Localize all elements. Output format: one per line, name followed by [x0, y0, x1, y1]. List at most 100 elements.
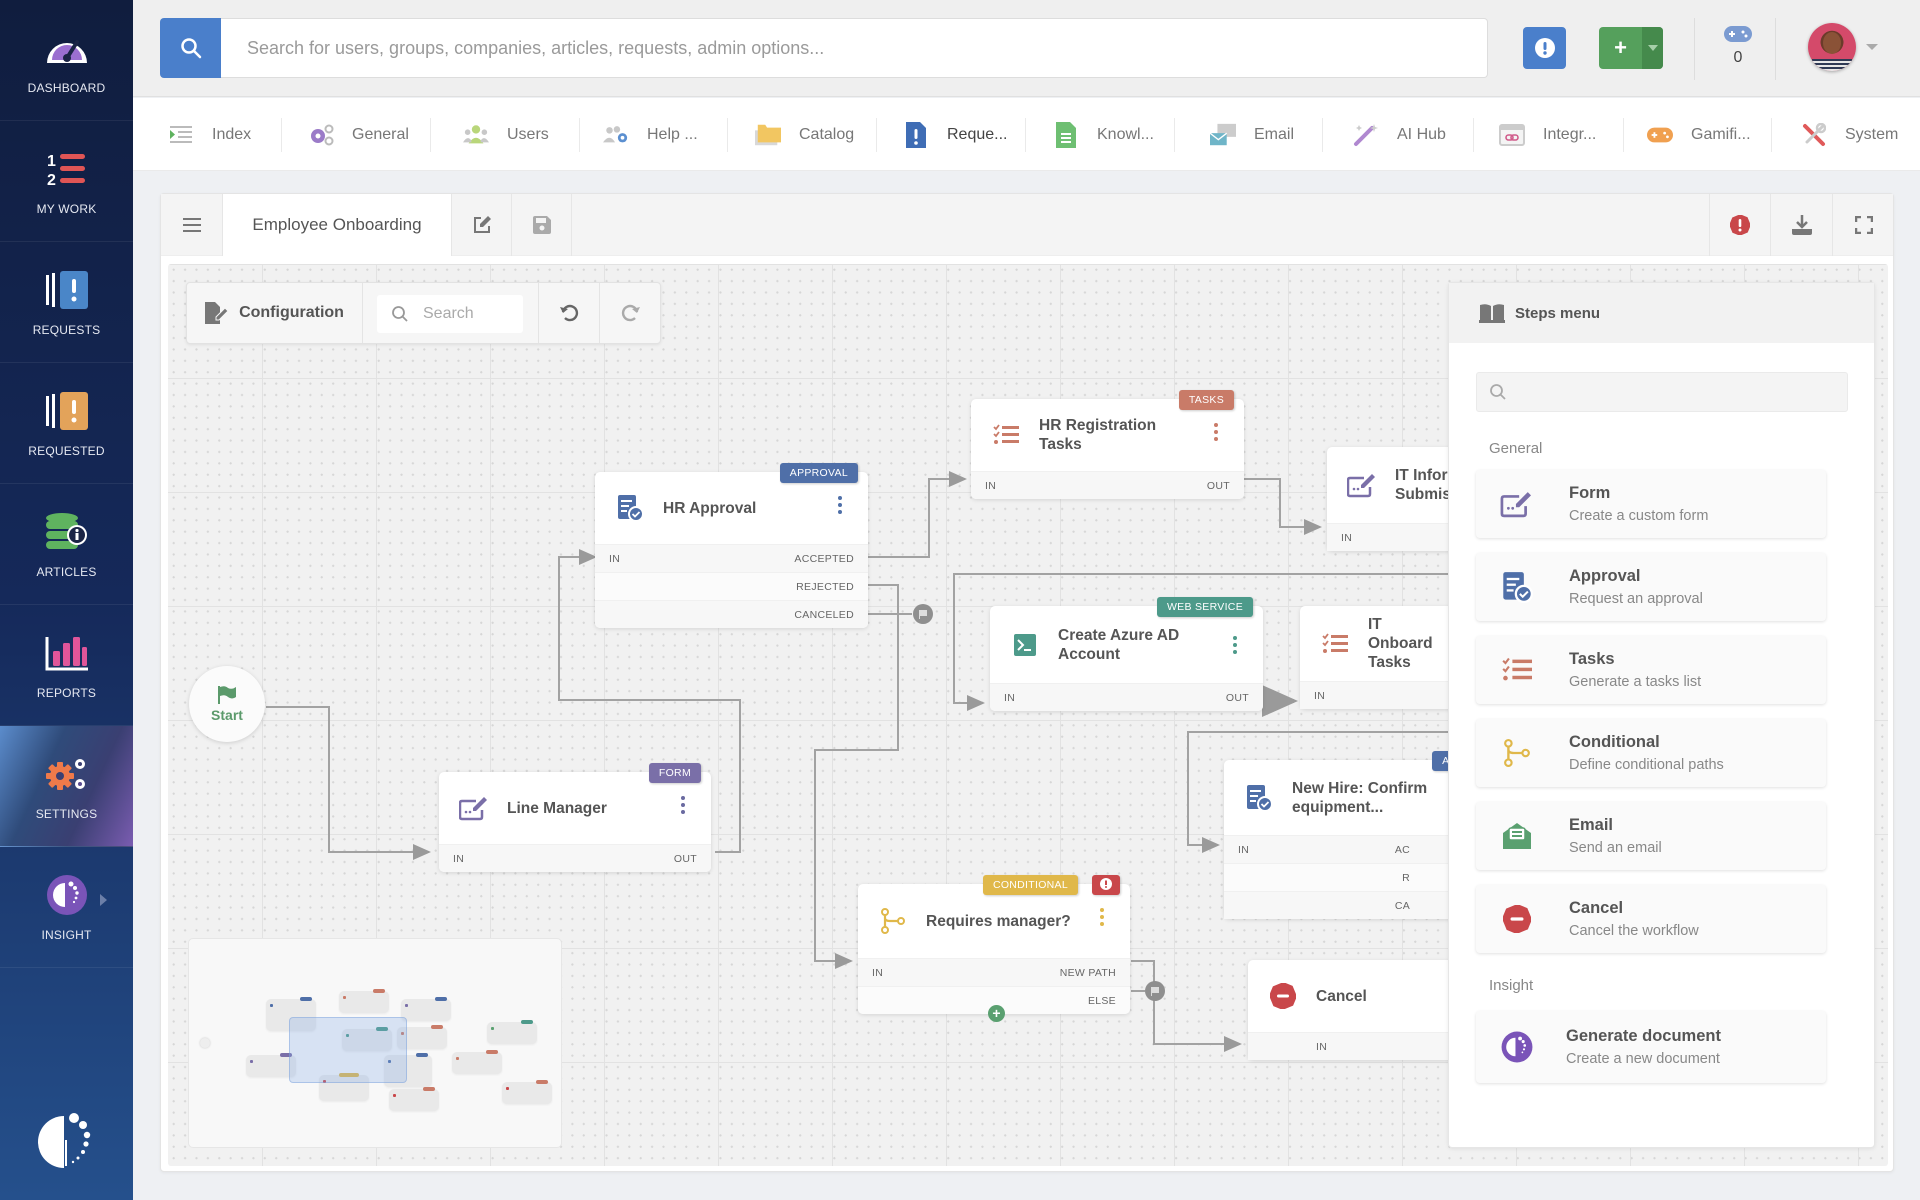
- step-option-email[interactable]: Email Send an email: [1476, 802, 1826, 870]
- save-disk-icon: [532, 216, 551, 234]
- sidebar-item-settings[interactable]: SETTINGS: [0, 726, 133, 847]
- start-node[interactable]: Start: [189, 666, 265, 742]
- tab-general[interactable]: General: [308, 98, 409, 171]
- add-dropdown-toggle[interactable]: [1642, 27, 1663, 69]
- tab-catalog[interactable]: Catalog: [755, 98, 854, 171]
- tab-index[interactable]: Index: [168, 98, 251, 171]
- step-option-form[interactable]: Form Create a custom form: [1476, 470, 1826, 538]
- folder-icon: [755, 123, 781, 147]
- tab-knowledge[interactable]: Knowl...: [1053, 98, 1154, 171]
- output-port[interactable]: OUT: [674, 853, 697, 865]
- sidebar-item-requested[interactable]: REQUESTED: [0, 363, 133, 484]
- save-button[interactable]: [512, 194, 572, 256]
- fullscreen-button[interactable]: [1833, 194, 1895, 256]
- step-option-cancel[interactable]: Cancel Cancel the workflow: [1476, 885, 1826, 953]
- step-option-tasks[interactable]: Tasks Generate a tasks list: [1476, 636, 1826, 704]
- tab-users[interactable]: Users: [463, 98, 549, 171]
- step-node-new-hire-confirm-equipment[interactable]: APP New Hire: Confirm equipment... INAC …: [1224, 751, 1474, 919]
- kebab-menu-icon[interactable]: [838, 496, 842, 514]
- sidebar-item-my-work[interactable]: 12 MY WORK: [0, 121, 133, 242]
- add-new-button[interactable]: +: [1599, 27, 1663, 69]
- canvas-search-input[interactable]: Search: [377, 295, 523, 333]
- step-node-create-azure-ad-account[interactable]: WEB SERVICE Create Azure AD Account IN OU…: [990, 597, 1263, 711]
- input-port[interactable]: IN: [609, 553, 620, 565]
- step-option-generate-document[interactable]: Generate document Create a new document: [1476, 1011, 1826, 1083]
- download-button[interactable]: [1771, 194, 1833, 256]
- end-flag-connector-icon[interactable]: [913, 604, 933, 624]
- redo-button[interactable]: [600, 283, 661, 343]
- alert-button[interactable]: [1523, 27, 1566, 69]
- step-option-approval[interactable]: Approval Request an approval: [1476, 553, 1826, 621]
- output-port[interactable]: AC: [1395, 844, 1410, 856]
- validation-error-button[interactable]: [1709, 194, 1771, 256]
- input-port[interactable]: IN: [1238, 844, 1249, 856]
- index-list-icon: [168, 123, 194, 147]
- output-port-rejected[interactable]: REJECTED: [796, 581, 854, 593]
- output-port[interactable]: CA: [1395, 900, 1410, 912]
- step-node-line-manager[interactable]: FORM Line Manager IN OUT: [439, 763, 711, 872]
- caret-down-icon[interactable]: [1866, 44, 1878, 50]
- step-node-requires-manager[interactable]: CONDITIONAL Requires manager? IN NEW PATH…: [858, 875, 1130, 1022]
- requests-icon: [43, 267, 91, 313]
- input-port[interactable]: IN: [872, 967, 883, 979]
- output-port-canceled[interactable]: CANCELED: [794, 609, 854, 621]
- step-node-hr-approval[interactable]: APPROVAL HR Approval IN ACCEPTED REJECTED…: [595, 463, 868, 628]
- sidebar-item-reports[interactable]: REPORTS: [0, 605, 133, 726]
- input-port[interactable]: IN: [1316, 1041, 1327, 1053]
- tab-email[interactable]: Email: [1210, 98, 1294, 171]
- step-option-conditional[interactable]: Conditional Define conditional paths: [1476, 719, 1826, 787]
- sidebar-item-insight[interactable]: INSIGHT: [0, 847, 133, 968]
- add-path-button[interactable]: +: [988, 1005, 1005, 1022]
- approval-icon: [1244, 783, 1274, 813]
- step-node-cancel[interactable]: Cancel IN: [1248, 960, 1468, 1060]
- expand-arrow-icon[interactable]: [100, 894, 107, 906]
- tab-help-desk[interactable]: Help ...: [603, 98, 698, 171]
- output-port[interactable]: OUT: [1226, 692, 1249, 704]
- user-avatar[interactable]: [1808, 23, 1856, 71]
- tab-system[interactable]: System: [1801, 98, 1898, 171]
- hamburger-menu-button[interactable]: [161, 194, 223, 256]
- input-port[interactable]: IN: [453, 853, 464, 865]
- global-search-input[interactable]: [221, 18, 1488, 78]
- kebab-menu-icon[interactable]: [681, 796, 685, 814]
- undo-button[interactable]: [539, 283, 600, 343]
- steps-category-general: General: [1489, 440, 1543, 457]
- input-port[interactable]: IN: [985, 480, 996, 492]
- sidebar-item-dashboard[interactable]: DASHBOARD: [0, 0, 133, 121]
- output-port[interactable]: R: [1402, 872, 1410, 884]
- step-option-title: Form: [1569, 484, 1611, 502]
- tab-requests[interactable]: Reque...: [903, 98, 1007, 171]
- kebab-menu-icon[interactable]: [1214, 423, 1218, 441]
- kebab-menu-icon[interactable]: [1233, 636, 1237, 654]
- workflow-canvas[interactable]: Configuration Search Start APPROVAL HR A…: [168, 264, 1888, 1166]
- sidebar-item-requests[interactable]: REQUESTS: [0, 242, 133, 363]
- output-port[interactable]: OUT: [1207, 480, 1230, 492]
- sidebar-item-label: REQUESTS: [32, 323, 101, 337]
- minimap-viewport[interactable]: [289, 1017, 407, 1083]
- gamification-counter[interactable]: 0: [1718, 26, 1758, 67]
- steps-search-input[interactable]: [1476, 372, 1848, 412]
- step-node-hr-registration-tasks[interactable]: TASKS HR Registration Tasks IN OUT: [971, 390, 1244, 499]
- canvas-minimap[interactable]: [188, 938, 562, 1148]
- kebab-menu-icon[interactable]: [1100, 908, 1104, 926]
- edit-title-button[interactable]: [451, 194, 512, 256]
- input-port[interactable]: IN: [1341, 532, 1352, 544]
- tab-ai-hub[interactable]: AI Hub: [1353, 98, 1446, 171]
- global-search-button[interactable]: [160, 18, 221, 78]
- output-port-accepted[interactable]: ACCEPTED: [794, 553, 854, 565]
- input-port[interactable]: IN: [1004, 692, 1015, 704]
- configuration-button[interactable]: Configuration: [187, 283, 363, 343]
- step-option-title: Generate document: [1566, 1027, 1721, 1045]
- workflow-header: Employee Onboarding: [161, 194, 1893, 256]
- tab-label: Users: [507, 125, 549, 143]
- end-flag-connector-icon[interactable]: [1145, 981, 1165, 1001]
- sidebar-item-articles[interactable]: ARTICLES: [0, 484, 133, 605]
- tab-gamification[interactable]: Gamifi...: [1647, 98, 1751, 171]
- output-port-new-path[interactable]: NEW PATH: [1060, 967, 1116, 979]
- tab-integrations[interactable]: Integr...: [1499, 98, 1596, 171]
- input-port[interactable]: IN: [1314, 690, 1325, 702]
- fullscreen-icon: [1855, 216, 1873, 234]
- plus-icon[interactable]: +: [1599, 27, 1642, 69]
- hamburger-icon: [182, 218, 201, 232]
- output-port-else[interactable]: ELSE: [1088, 995, 1116, 1007]
